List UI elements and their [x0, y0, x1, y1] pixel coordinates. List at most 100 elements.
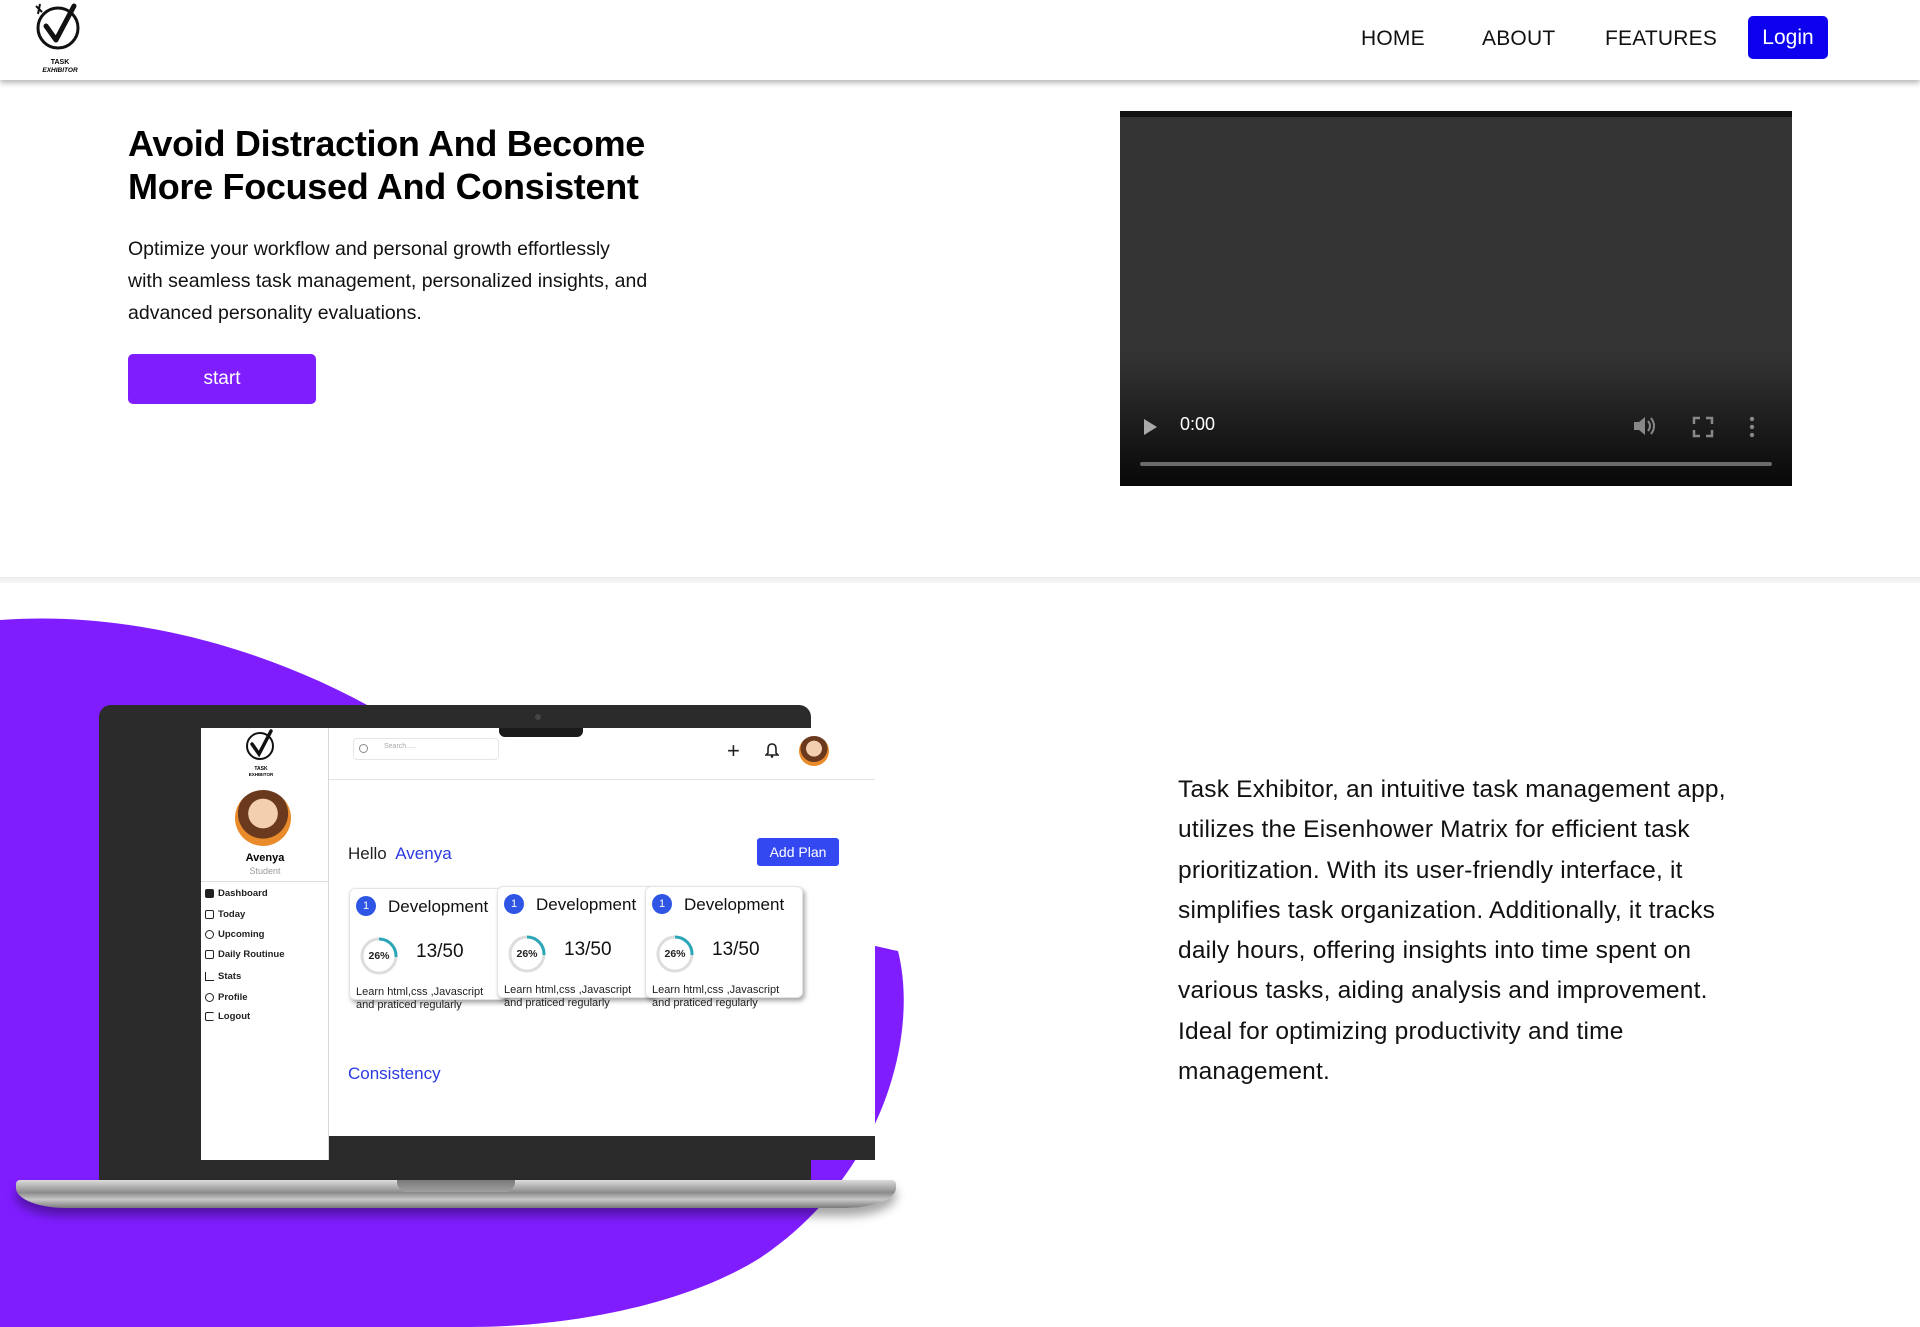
dashboard-icon [205, 889, 214, 898]
card-desc-line: Learn html,css ,Javascript [504, 984, 632, 996]
desc-line: various tasks, aiding analysis and impro… [1178, 977, 1708, 1005]
sidebar-item-profile[interactable]: Profile [205, 992, 248, 1003]
card-title: Development [388, 897, 489, 916]
video-progress-bar[interactable] [1140, 462, 1772, 466]
card-desc-line: and praticed regularly [652, 997, 758, 1009]
card-percent: 26% [368, 950, 390, 962]
card-score: 13/50 [564, 939, 612, 960]
routine-icon [205, 950, 214, 959]
card-number-badge: 1 [356, 896, 376, 916]
app-logo: TASK EXHIBITOR [246, 729, 274, 777]
card-desc-line: Learn html,css ,Javascript [652, 984, 780, 996]
card-desc-line: and praticed regularly [356, 999, 462, 1011]
sidebar-user-name: Avenya [245, 852, 285, 864]
desc-line: Ideal for optimizing productivity and ti… [1178, 1017, 1624, 1045]
screen-notch [499, 728, 583, 737]
card-description: Learn html,css ,Javascript and praticed r… [504, 984, 654, 1010]
desc-line: simplifies task organization. Additional… [1178, 896, 1716, 924]
app-description: Task Exhibitor, an intuitive task manage… [1178, 770, 1778, 1092]
hero-text-line-2: with seamless task management, personali… [128, 270, 648, 292]
sidebar-item-label: Stats [218, 971, 242, 982]
plan-card[interactable]: 1 Development 26% 13/50 Learn html,css ,… [645, 886, 803, 1009]
sidebar-item-label: Profile [218, 992, 248, 1003]
login-button[interactable]: Login [1748, 16, 1828, 59]
desc-line: daily hours, offering insights into time… [1178, 937, 1692, 965]
card-score: 13/50 [712, 939, 760, 960]
fullscreen-icon[interactable] [1692, 416, 1714, 438]
svg-text:EXHIBITOR: EXHIBITOR [249, 772, 274, 777]
plan-card[interactable]: 1 Development 26% 13/50 Learn html,css ,… [349, 888, 507, 1011]
play-icon[interactable] [1144, 419, 1157, 435]
start-button[interactable]: start [128, 354, 316, 404]
card-desc-line: and praticed regularly [504, 997, 610, 1009]
sidebar-item-upcoming[interactable]: Upcoming [205, 929, 264, 940]
plus-icon[interactable]: + [727, 738, 740, 764]
screen-bottom-bar [329, 1136, 875, 1160]
laptop-lid: TASK EXHIBITOR Avenya Student Dashboard … [99, 705, 875, 1183]
sidebar-item-label: Upcoming [218, 929, 265, 940]
svg-text:EXHIBITOR: EXHIBITOR [42, 67, 78, 74]
calendar-icon [205, 910, 214, 919]
greeting-text: Hello [348, 844, 387, 863]
sidebar-item-label: Today [218, 909, 246, 920]
laptop-hinge [397, 1180, 515, 1192]
laptop-mockup: TASK EXHIBITOR Avenya Student Dashboard … [16, 705, 896, 1225]
nav-home-link[interactable]: HOME [1361, 27, 1425, 51]
hero-text-line-1: Optimize your workflow and personal grow… [128, 238, 610, 260]
desc-line: utilizes the Eisenhower Matrix for effic… [1178, 816, 1690, 844]
sidebar-item-label: Logout [218, 1011, 251, 1022]
sidebar-user-role: Student [249, 866, 281, 876]
stats-icon [205, 972, 214, 981]
app-sidebar: TASK EXHIBITOR Avenya Student Dashboard … [201, 728, 329, 1160]
topbar-avatar[interactable] [799, 736, 829, 766]
sidebar-item-dashboard[interactable]: Dashboard [205, 888, 268, 899]
card-description: Learn html,css ,Javascript and praticed r… [356, 986, 506, 1012]
greeting-name: Avenya [395, 844, 452, 863]
card-percent: 26% [664, 948, 686, 960]
sidebar-item-label: Daily Routinue [218, 949, 285, 960]
video-time: 0:00 [1180, 414, 1216, 434]
hero-description: Optimize your workflow and personal grow… [128, 233, 688, 329]
navbar: TASK EXHIBITOR HOME ABOUT FEATURES Login [0, 0, 1920, 80]
task-exhibitor-logo[interactable]: TASK EXHIBITOR [30, 2, 90, 74]
card-number-badge: 1 [504, 894, 524, 914]
consistency-heading: Consistency [348, 1064, 441, 1083]
card-title: Development [684, 895, 785, 914]
svg-text:TASK: TASK [51, 59, 70, 66]
nav-features-link[interactable]: FEATURES [1605, 27, 1717, 51]
plan-card[interactable]: 1 Development 26% 13/50 Learn html,css ,… [497, 886, 655, 1009]
bell-icon[interactable] [765, 742, 779, 758]
more-options-icon[interactable] [1748, 414, 1756, 440]
section-divider [0, 577, 1920, 583]
hero-title: Avoid Distraction And Become More Focuse… [128, 122, 768, 208]
add-plan-button[interactable]: Add Plan [757, 838, 839, 866]
card-description: Learn html,css ,Javascript and praticed r… [652, 984, 802, 1010]
laptop-screen: TASK EXHIBITOR Avenya Student Dashboard … [201, 728, 875, 1160]
sidebar-item-today[interactable]: Today [205, 909, 245, 920]
hero-title-line-2: More Focused And Consistent [128, 166, 639, 207]
sidebar-item-stats[interactable]: Stats [205, 971, 241, 982]
desc-line: Task Exhibitor, an intuitive task manage… [1178, 776, 1726, 803]
sidebar-avatar[interactable] [235, 790, 291, 846]
search-icon [359, 744, 368, 753]
search-placeholder: Search..... [384, 743, 416, 750]
webcam [535, 714, 541, 720]
nav-about-link[interactable]: ABOUT [1482, 27, 1555, 51]
video-player[interactable]: 0:00 [1120, 111, 1792, 486]
card-desc-line: Learn html,css ,Javascript [356, 986, 484, 998]
profile-icon [205, 993, 214, 1002]
desc-line: management. [1178, 1058, 1331, 1086]
hero-title-line-1: Avoid Distraction And Become [128, 123, 646, 164]
sidebar-item-logout[interactable]: Logout [205, 1011, 250, 1022]
search-input[interactable]: Search..... [353, 738, 499, 760]
card-percent: 26% [516, 948, 538, 960]
upcoming-icon [205, 930, 214, 939]
volume-icon[interactable] [1632, 414, 1658, 438]
sidebar-item-daily-routine[interactable]: Daily Routinue [205, 949, 285, 960]
greeting: Hello Avenya [348, 844, 452, 864]
app-topbar: Search..... + [329, 728, 875, 780]
hero-text-line-3: advanced personality evaluations. [128, 302, 422, 324]
card-score: 13/50 [416, 941, 464, 962]
logout-icon [205, 1012, 214, 1021]
card-title: Development [536, 895, 637, 914]
